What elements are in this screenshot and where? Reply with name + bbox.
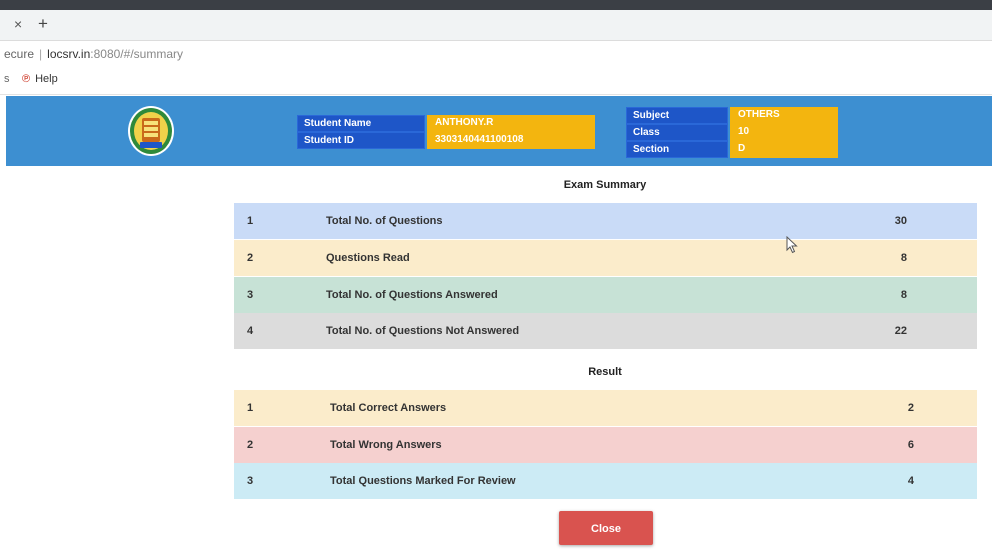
row-value: 8 [900, 252, 907, 264]
app-header: Student Name ANTHONY.R Student ID 330314… [6, 96, 992, 166]
result-row: 2 Total Wrong Answers 6 [234, 427, 977, 464]
row-number: 1 [247, 215, 254, 227]
row-number: 4 [247, 325, 254, 337]
row-number: 1 [247, 402, 254, 414]
mouse-pointer-icon [786, 235, 798, 259]
class-label: Class [626, 124, 728, 141]
summary-row: 1 Total No. of Questions 30 [234, 203, 977, 240]
bookmark-help[interactable]: ℗ Help [22, 73, 58, 85]
row-label: Questions Read [326, 252, 410, 264]
row-number: 3 [247, 289, 254, 301]
row-number: 3 [247, 475, 254, 487]
row-number: 2 [247, 439, 254, 451]
subject-value: OTHERS [730, 107, 838, 124]
address-separator: | [39, 47, 43, 61]
class-value: 10 [730, 124, 838, 141]
security-indicator: ecure [4, 47, 35, 61]
help-icon: ℗ [22, 73, 31, 85]
address-path: :8080/#/summary [90, 47, 183, 61]
row-number: 2 [247, 252, 254, 264]
address-bar[interactable]: ecure | locsrv.in:8080/#/summary [0, 41, 992, 67]
summary-row: 3 Total No. of Questions Answered 8 [234, 277, 977, 314]
browser-titlebar [0, 0, 992, 10]
row-value: 30 [894, 215, 907, 227]
new-tab-icon[interactable]: + [38, 15, 48, 32]
section-value: D [730, 141, 838, 158]
row-label: Total No. of Questions Answered [326, 289, 498, 301]
address-text[interactable]: ecure | locsrv.in:8080/#/summary [4, 47, 183, 61]
bookmarks-bar: s ℗ Help [0, 68, 992, 95]
row-value: 2 [907, 402, 914, 414]
tamil-nadu-emblem-icon [127, 105, 175, 162]
student-id-label: Student ID [297, 132, 425, 149]
summary-row: 4 Total No. of Questions Not Answered 22 [234, 313, 977, 350]
result-row: 1 Total Correct Answers 2 [234, 390, 977, 427]
browser-tabstrip: × + [0, 10, 992, 41]
student-id-value: 3303140441100108 [427, 132, 595, 149]
row-label: Total Questions Marked For Review [330, 475, 516, 487]
row-value: 22 [894, 325, 907, 337]
student-name-value: ANTHONY.R [427, 115, 595, 132]
exam-summary-title: Exam Summary [563, 179, 647, 191]
subject-label: Subject [626, 107, 728, 124]
result-title: Result [588, 366, 622, 378]
bookmark-partial[interactable]: s [4, 73, 10, 85]
row-value: 4 [907, 475, 914, 487]
row-label: Total No. of Questions Not Answered [326, 325, 520, 337]
bookmark-help-label: Help [35, 73, 58, 85]
row-value: 6 [907, 439, 914, 451]
section-label: Section [626, 141, 728, 158]
row-value: 8 [900, 289, 907, 301]
address-host: locsrv.in [47, 47, 91, 61]
result-row: 3 Total Questions Marked For Review 4 [234, 463, 977, 500]
tab-close-icon[interactable]: × [14, 17, 22, 31]
row-label: Total Wrong Answers [330, 439, 442, 451]
row-label: Total No. of Questions [326, 215, 443, 227]
row-label: Total Correct Answers [330, 402, 447, 414]
student-name-label: Student Name [297, 115, 425, 132]
close-button[interactable]: Close [559, 511, 653, 545]
summary-row: 2 Questions Read 8 [234, 240, 977, 277]
